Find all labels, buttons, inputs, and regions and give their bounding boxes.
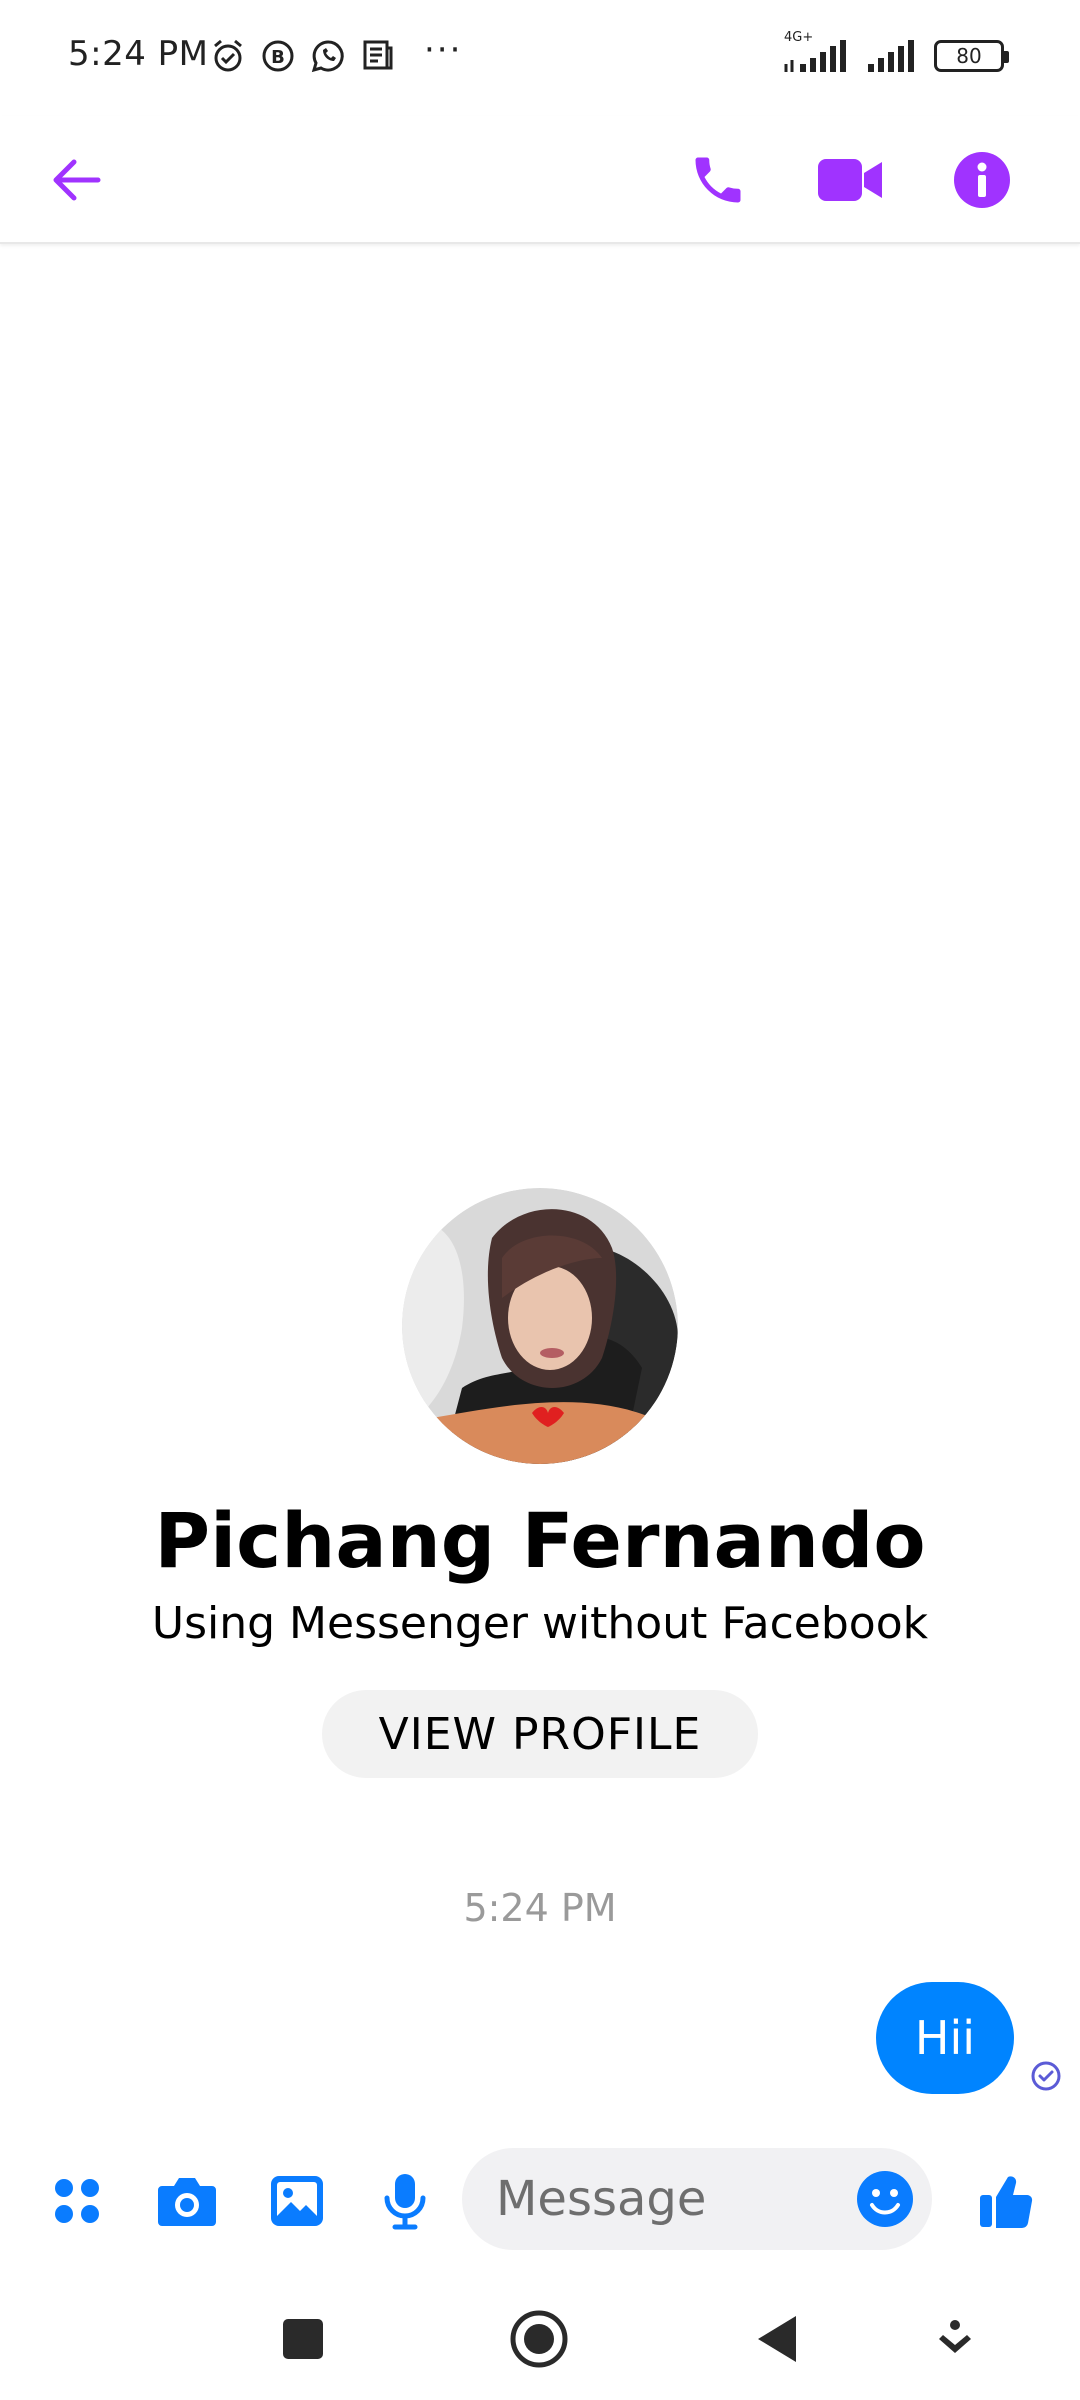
video-icon [818, 159, 882, 201]
home-button[interactable] [504, 2304, 574, 2374]
back-button[interactable] [38, 142, 114, 218]
mic-icon [384, 2174, 426, 2230]
menu-button[interactable] [920, 2304, 990, 2374]
voice-record-button[interactable] [372, 2168, 438, 2234]
signal-icon: 4G+ [784, 30, 848, 74]
sent-message-bubble[interactable]: Hii [876, 1982, 1014, 2094]
apps-icon [55, 2179, 99, 2223]
back-triangle-icon [758, 2316, 796, 2362]
menu-down-icon [939, 2320, 971, 2353]
voice-call-button[interactable] [680, 142, 756, 218]
network-type: 4G+ [784, 30, 814, 45]
battery-icon: 80 [934, 40, 1009, 72]
send-like-button[interactable] [974, 2168, 1040, 2234]
signal-icon [868, 40, 914, 72]
apps-button[interactable] [44, 2168, 110, 2234]
info-icon [954, 152, 1010, 208]
system-icons: 4G+ 80 [784, 30, 1009, 74]
recents-button[interactable] [268, 2304, 338, 2374]
battery-level: 80 [956, 44, 982, 68]
svg-text:B: B [271, 47, 285, 68]
camera-button[interactable] [154, 2168, 220, 2234]
view-profile-button[interactable]: VIEW PROFILE [322, 1690, 758, 1778]
gallery-button[interactable] [264, 2168, 330, 2234]
system-nav-bar [0, 2280, 1080, 2400]
alarm-icon [214, 39, 242, 72]
back-nav-button[interactable] [742, 2304, 812, 2374]
whatsapp-icon [311, 40, 344, 73]
chat-header [0, 116, 1080, 244]
emoji-icon[interactable] [852, 2166, 918, 2232]
status-time: 5:24 PM [68, 34, 209, 74]
message-input-container[interactable] [462, 2148, 932, 2250]
contact-name: Pichang Fernando [154, 1496, 926, 1585]
video-call-button[interactable] [812, 142, 888, 218]
back-arrow-icon [53, 159, 101, 201]
avatar-photo [402, 1188, 678, 1464]
home-circle-icon [510, 2310, 568, 2368]
square-icon [283, 2319, 323, 2359]
sent-check-icon [1031, 2061, 1061, 2091]
conversation-info-button[interactable] [944, 142, 1020, 218]
camera-icon [158, 2178, 216, 2226]
gallery-icon [271, 2176, 323, 2226]
message-timestamp: 5:24 PM [463, 1886, 617, 1930]
message-input[interactable] [496, 2166, 826, 2232]
status-bar: 5:24 PM B ··· 4G+ 80 [0, 0, 1080, 116]
news-icon [363, 40, 393, 70]
b-circle-icon: B [262, 40, 294, 72]
more-notifications-icon: ··· [424, 30, 463, 70]
contact-subtitle: Using Messenger without Facebook [151, 1598, 929, 1649]
notification-icons: B [210, 38, 396, 74]
contact-avatar[interactable] [402, 1188, 678, 1464]
phone-icon [695, 157, 741, 203]
thumbs-up-icon [980, 2176, 1033, 2229]
